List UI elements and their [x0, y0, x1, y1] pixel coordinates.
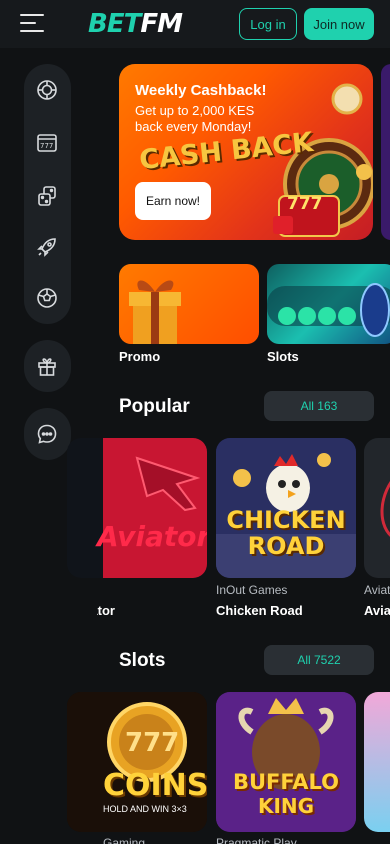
game-provider-chicken-road: InOut Games	[216, 583, 288, 597]
aviatrix-artwork	[380, 481, 390, 537]
top-bar: BETFM Log in Join now	[0, 0, 390, 48]
sidebar-promo[interactable]	[24, 340, 71, 392]
aviator-artwork	[103, 438, 207, 578]
slot-reels-illustration	[267, 283, 390, 337]
sidebar-nav: 777	[24, 64, 71, 324]
game-provider-coins: Gaming	[103, 836, 146, 844]
game-card-sweet[interactable]	[364, 692, 390, 832]
slots-section-title: Slots	[119, 650, 166, 671]
chicken-art-text-2: ROAD	[247, 532, 325, 560]
category-slots-tile[interactable]	[267, 264, 390, 344]
game-provider-buffalo-king: Pragmatic Play	[216, 836, 297, 844]
game-card-buffalo-king[interactable]: BUFFALO KING	[216, 692, 356, 832]
coins-art-text-2: COINS	[103, 768, 207, 803]
popular-section-title: Popular	[119, 396, 190, 417]
next-banner-peek[interactable]	[381, 64, 390, 240]
game-card-777-coins[interactable]: 777 COINS HOLD AND WIN 3×3	[67, 692, 207, 832]
game-card-chicken-road[interactable]: CHICKEN ROAD	[216, 438, 356, 578]
chicken-art-text-1: CHICKEN	[226, 506, 346, 534]
logo[interactable]: BETFM	[88, 9, 183, 39]
game-name-aviator: Aviator	[97, 603, 115, 618]
game-name-chicken-road: Chicken Road	[216, 603, 303, 618]
logo-part-2: FM	[140, 9, 183, 39]
category-promo-tile[interactable]	[119, 264, 259, 344]
rocket-icon[interactable]	[36, 236, 58, 258]
football-icon[interactable]	[36, 287, 58, 309]
login-button[interactable]: Log in	[239, 8, 297, 40]
svg-text:777: 777	[40, 142, 53, 150]
gift-box-illustration	[129, 280, 181, 344]
banner-title: Weekly Cashback!	[135, 82, 267, 99]
category-promo-label: Promo	[119, 349, 161, 364]
game-name-aviatrix: Avia	[364, 603, 390, 618]
coins-art-text-1: 777	[125, 728, 180, 758]
dice-icon[interactable]	[36, 185, 58, 207]
slot-machine-icon[interactable]: 777	[36, 132, 58, 154]
menu-icon[interactable]	[20, 14, 44, 34]
sidebar-chat[interactable]	[24, 408, 71, 460]
buffalo-art-text-1: BUFFALO	[232, 770, 340, 794]
gift-icon	[38, 358, 56, 376]
logo-part-1: BET	[88, 9, 141, 39]
join-button[interactable]: Join now	[304, 8, 374, 40]
game-card-aviator[interactable]: Aviator	[67, 438, 207, 578]
game-card-aviatrix[interactable]	[364, 438, 390, 578]
aviator-art-text: Aviator	[97, 520, 207, 553]
coins-art-text-3: HOLD AND WIN 3×3	[103, 804, 187, 814]
category-slots-label: Slots	[267, 349, 299, 364]
buffalo-art-text-2: KING	[257, 794, 315, 818]
banner-subtitle: Get up to 2,000 KES back every Monday!	[135, 103, 255, 134]
slot-777-art: 777	[287, 194, 323, 214]
game-provider-aviatrix: Aviat	[364, 583, 390, 597]
slots-all-button[interactable]: All 7522	[264, 645, 374, 675]
coin-illustration	[331, 83, 363, 115]
cashback-banner[interactable]: Weekly Cashback! Get up to 2,000 KES bac…	[119, 64, 373, 240]
earn-now-button[interactable]: Earn now!	[135, 182, 211, 220]
casino-chip-icon[interactable]	[36, 79, 58, 101]
chat-icon	[37, 424, 57, 444]
popular-all-button[interactable]: All 163	[264, 391, 374, 421]
